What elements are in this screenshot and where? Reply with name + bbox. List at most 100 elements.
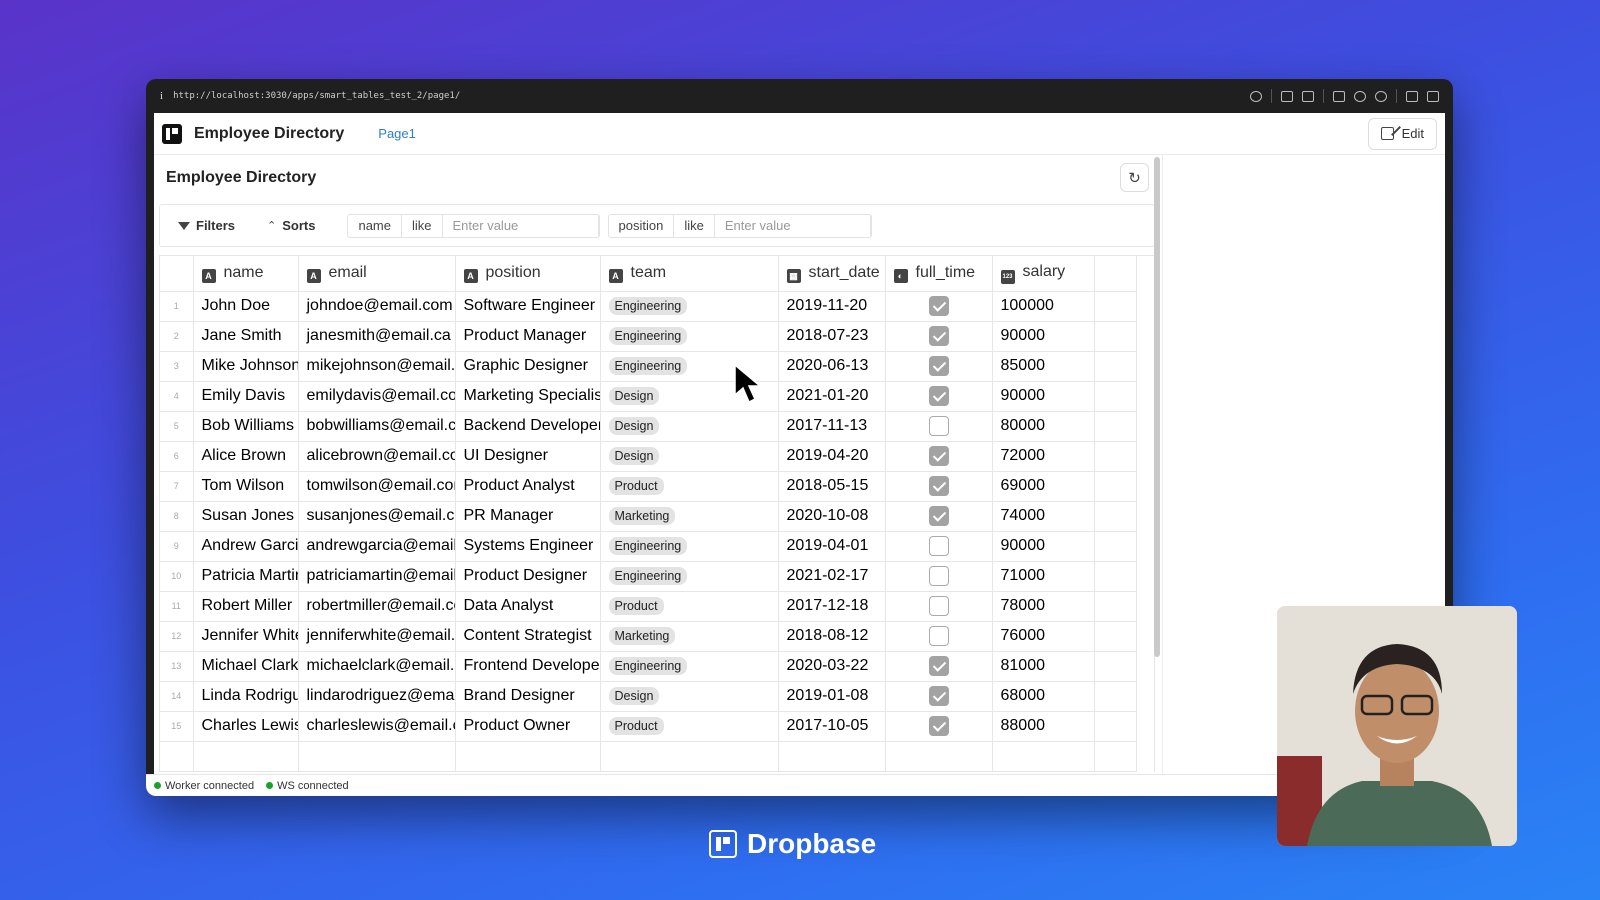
cell-team[interactable]: Product <box>600 471 779 502</box>
cell-position[interactable]: UI Designer <box>455 441 601 472</box>
cell-full-time[interactable] <box>885 711 993 742</box>
cell-name[interactable]: Tom Wilson <box>193 471 299 502</box>
column-header-position[interactable]: Aposition <box>455 256 601 292</box>
camera-icon[interactable] <box>1302 90 1314 102</box>
cell-email[interactable]: bobwilliams@email.com <box>298 411 456 442</box>
cell-team[interactable]: Design <box>600 441 779 472</box>
table-row[interactable]: 1 John Doe johndoe@email.com Software Engin… <box>160 291 1137 322</box>
cell-salary[interactable]: 88000 <box>992 711 1095 742</box>
cell-name[interactable]: Emily Davis <box>193 381 299 412</box>
globe-icon[interactable] <box>1354 90 1366 102</box>
cell-full-time[interactable] <box>885 591 993 622</box>
cell-full-time[interactable] <box>885 351 993 382</box>
info-icon[interactable]: i <box>160 90 163 102</box>
column-header-email[interactable]: Aemail <box>298 256 456 292</box>
cell-position[interactable]: Graphic Designer <box>455 351 601 382</box>
edit-button[interactable]: Edit <box>1367 117 1437 150</box>
cell-team[interactable]: Marketing <box>600 621 779 652</box>
cell-email[interactable]: charleslewis@email.com <box>298 711 456 742</box>
cell-full-time[interactable] <box>885 441 993 472</box>
cell-start-date[interactable]: 2017-11-13 <box>778 411 886 442</box>
cell-start-date[interactable]: 2017-10-05 <box>778 711 886 742</box>
cell-full-time[interactable] <box>885 531 993 562</box>
table-row[interactable]: 6Alice Brownalicebrown@email.comUI Desig… <box>160 441 1137 472</box>
table-row[interactable]: 4 Emily Davis emilydavis@email.com Marketin… <box>160 381 1137 412</box>
cell-position[interactable]: Product Analyst <box>455 471 601 502</box>
full-time-checkbox[interactable] <box>928 416 949 436</box>
refresh-button[interactable]: ↻ <box>1120 163 1149 192</box>
full-time-checkbox[interactable] <box>928 446 949 466</box>
cell-email[interactable]: susanjones@email.com <box>298 501 456 532</box>
table-row[interactable]: 11Robert Millerrobertmiller@email.comDat… <box>160 591 1137 622</box>
url-text[interactable]: http://localhost:3030/apps/smart_tables_… <box>173 91 1250 101</box>
cell-position[interactable]: Data Analyst <box>455 591 601 622</box>
cell-salary[interactable]: 74000 <box>992 501 1095 532</box>
cell-team[interactable]: Engineering <box>600 561 779 592</box>
link-icon[interactable] <box>1250 90 1262 102</box>
cell-position[interactable]: Product Owner <box>455 711 601 742</box>
cell-email[interactable]: andrewgarcia@email.com <box>298 531 456 562</box>
cell-position[interactable]: Product Manager <box>455 321 601 352</box>
cell-salary[interactable]: 76000 <box>992 621 1095 652</box>
cell-salary[interactable]: 90000 <box>992 321 1095 352</box>
column-header-start-date[interactable]: ▦ start_date <box>778 256 886 292</box>
card-icon[interactable] <box>1333 90 1345 102</box>
cell-full-time[interactable] <box>885 561 993 592</box>
cell-start-date[interactable]: 2017-12-18 <box>778 591 886 622</box>
cell-full-time[interactable] <box>885 471 993 502</box>
filter-column[interactable]: name <box>348 214 402 237</box>
cell-start-date[interactable]: 2019-11-20 <box>778 291 886 322</box>
cell-salary[interactable]: 85000 <box>992 351 1095 382</box>
full-time-checkbox[interactable] <box>928 506 949 526</box>
cell-email[interactable]: alicebrown@email.com <box>298 441 456 472</box>
cell-name[interactable]: Susan Jones <box>193 501 299 532</box>
table-row[interactable]: 2 Jane Smith janesmith@email.ca Product Man… <box>160 321 1137 352</box>
cell-name[interactable]: Jennifer White <box>193 621 299 652</box>
cell-full-time[interactable] <box>885 321 993 352</box>
cell-salary[interactable]: 80000 <box>992 411 1095 442</box>
page-link-page1[interactable]: Page1 <box>378 126 416 141</box>
filter-value-input[interactable]: Enter value <box>443 214 599 237</box>
cell-salary[interactable]: 69000 <box>992 471 1095 502</box>
cell-name[interactable]: Mike Johnson <box>193 351 299 382</box>
full-time-checkbox[interactable] <box>928 536 949 556</box>
cell-email[interactable]: lindarodriguez@email.com <box>298 681 456 712</box>
cell-position[interactable]: Product Designer <box>455 561 601 592</box>
cell-salary[interactable]: 90000 <box>992 381 1095 412</box>
cell-full-time[interactable] <box>885 381 993 412</box>
cell-salary[interactable]: 72000 <box>992 441 1095 472</box>
table-row[interactable]: 13Michael Clarkmichaelclark@email.comFro… <box>160 651 1137 682</box>
filter-operator[interactable]: like <box>402 214 443 237</box>
column-header-name[interactable]: Aname <box>193 256 299 292</box>
cell-name[interactable]: Linda Rodriguez <box>193 681 299 712</box>
cell-full-time[interactable] <box>885 681 993 712</box>
table-row[interactable]: 7 Tom Wilson tomwilson@email.com Product An… <box>160 471 1137 502</box>
table-row[interactable]: 9Andrew Garciaandrewgarcia@email.comSyst… <box>160 531 1137 562</box>
cell-start-date[interactable]: 2019-04-20 <box>778 441 886 472</box>
cell-email[interactable]: jenniferwhite@email.com <box>298 621 456 652</box>
full-time-checkbox[interactable] <box>928 296 949 316</box>
cell-name[interactable]: John Doe <box>193 291 299 322</box>
column-header-full-time[interactable]: ◐ full_time <box>885 256 993 292</box>
table-row[interactable]: 3Mike Johnsonmikejohnson@email.comGraphi… <box>160 351 1137 382</box>
table-row[interactable]: 15Charles Lewischarleslewis@email.comPro… <box>160 711 1137 742</box>
table-row[interactable]: 14Linda Rodriguezlindarodriguez@email.co… <box>160 681 1137 712</box>
cell-team[interactable]: Engineering <box>600 321 779 352</box>
cell-position[interactable]: Systems Engineer <box>455 531 601 562</box>
filter-operator[interactable]: like <box>674 214 715 237</box>
cell-salary[interactable]: 78000 <box>992 591 1095 622</box>
cell-start-date[interactable]: 2019-01-08 <box>778 681 886 712</box>
cell-email[interactable]: robertmiller@email.com <box>298 591 456 622</box>
cell-email[interactable]: mikejohnson@email.com <box>298 351 456 382</box>
crosshair-icon[interactable] <box>1375 90 1387 102</box>
full-time-checkbox[interactable] <box>928 476 949 496</box>
cell-start-date[interactable]: 2020-03-22 <box>778 651 886 682</box>
cell-email[interactable]: janesmith@email.ca <box>298 321 456 352</box>
cell-start-date[interactable]: 2020-06-13 <box>778 351 886 382</box>
full-time-checkbox[interactable] <box>928 356 949 376</box>
cell-team[interactable]: Product <box>600 591 779 622</box>
cell-name[interactable]: Andrew Garcia <box>193 531 299 562</box>
cell-team[interactable]: Engineering <box>600 291 779 322</box>
cell-salary[interactable]: 100000 <box>992 291 1095 322</box>
cell-salary[interactable]: 71000 <box>992 561 1095 592</box>
